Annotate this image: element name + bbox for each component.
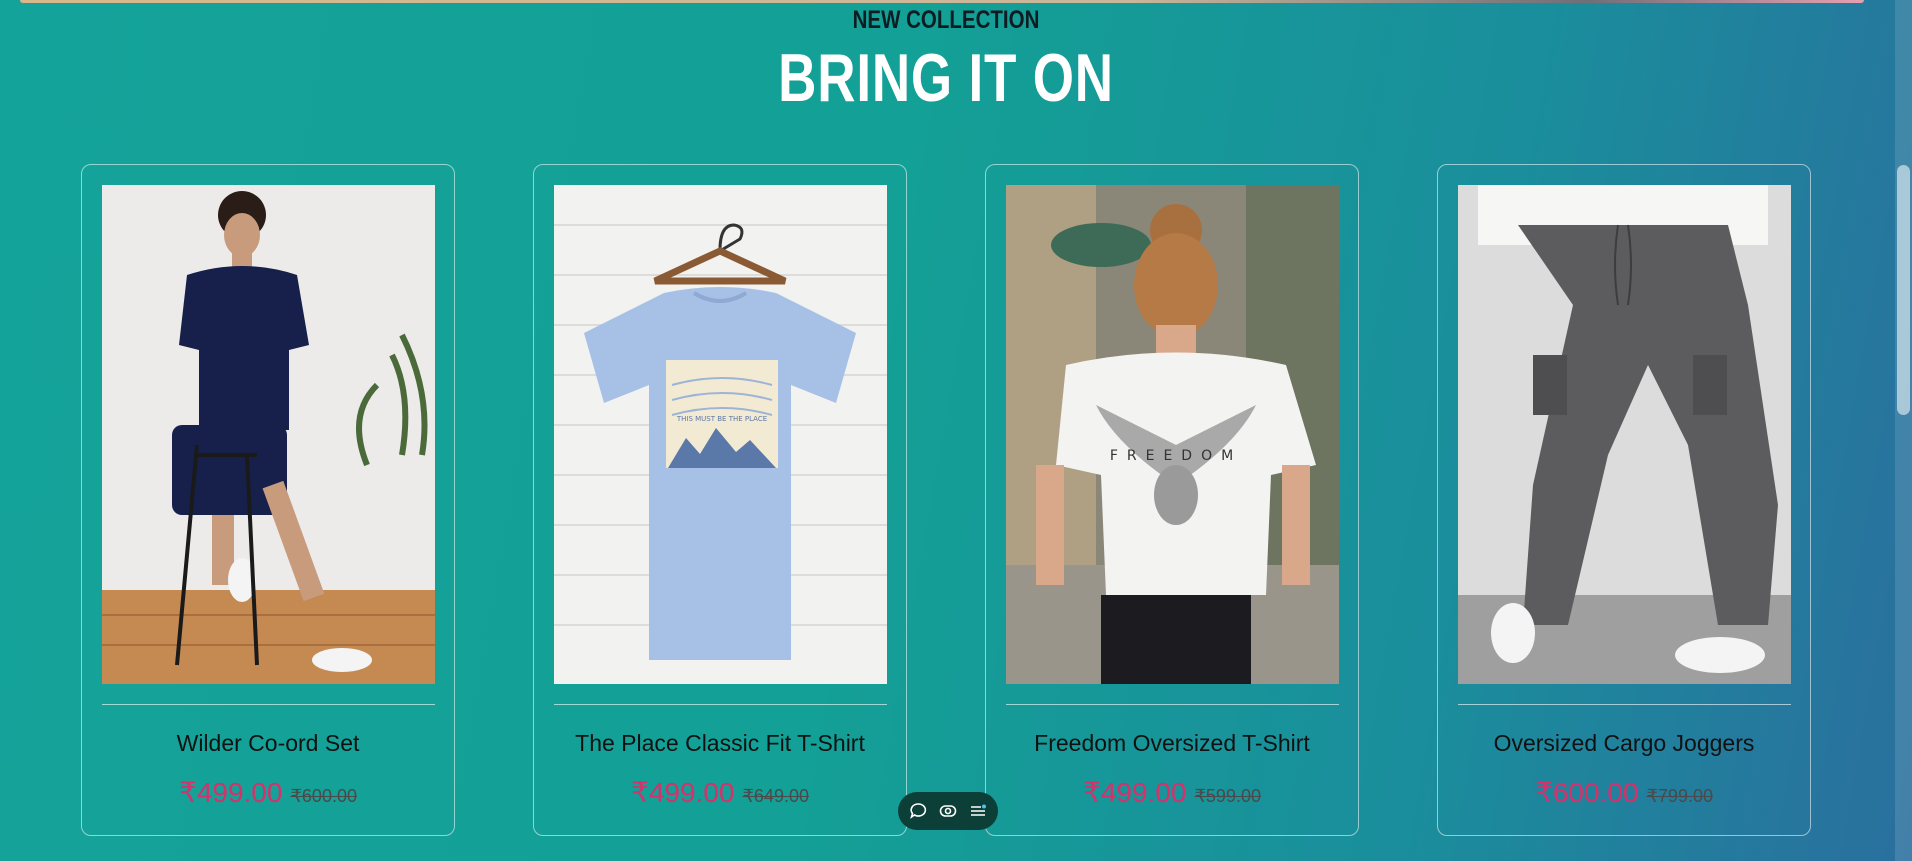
eye-icon[interactable]	[938, 801, 958, 821]
menu-list-icon[interactable]	[968, 801, 988, 821]
blue-tshirt-on-hanger-image: THIS MUST BE THE PLACE	[554, 185, 887, 684]
compare-price: ₹649.00	[742, 786, 809, 806]
product-prices: ₹499.00 ₹649.00	[534, 776, 906, 809]
product-name[interactable]: Wilder Co-ord Set	[82, 730, 454, 757]
woman-white-freedom-tee-image: FREEDOM	[1006, 185, 1339, 684]
product-prices: ₹499.00 ₹600.00	[82, 776, 454, 809]
product-card[interactable]: THIS MUST BE THE PLACE The Place Classic…	[533, 164, 907, 836]
product-image[interactable]: THIS MUST BE THE PLACE	[554, 185, 887, 684]
product-name[interactable]: Freedom Oversized T-Shirt	[986, 730, 1358, 757]
product-name[interactable]: Oversized Cargo Joggers	[1438, 730, 1810, 757]
product-card[interactable]: FREEDOM Freedom Oversized T-Shirt ₹499.0…	[985, 164, 1359, 836]
model-seated-navy-coord-image	[102, 185, 435, 684]
page-scrollbar[interactable]	[1895, 0, 1912, 861]
product-prices: ₹600.00 ₹799.00	[1438, 776, 1810, 809]
tshirt-print-text: FREEDOM	[1110, 448, 1242, 464]
compare-price: ₹600.00	[290, 786, 357, 806]
compare-price: ₹599.00	[1194, 786, 1261, 806]
card-divider	[554, 704, 887, 705]
scrollbar-thumb[interactable]	[1897, 165, 1910, 415]
card-divider	[1006, 704, 1339, 705]
sale-price: ₹499.00	[1083, 777, 1187, 808]
product-name[interactable]: The Place Classic Fit T-Shirt	[534, 730, 906, 757]
floating-toolbar	[898, 792, 998, 830]
card-divider	[1458, 704, 1791, 705]
top-banner-edge	[20, 0, 1864, 3]
sale-price: ₹499.00	[179, 777, 283, 808]
section-eyebrow: NEW COLLECTION	[852, 6, 1040, 34]
compare-price: ₹799.00	[1646, 786, 1713, 806]
tshirt-print-text: THIS MUST BE THE PLACE	[676, 415, 767, 423]
product-prices: ₹499.00 ₹599.00	[986, 776, 1358, 809]
product-card[interactable]: Wilder Co-ord Set ₹499.00 ₹600.00	[81, 164, 455, 836]
chat-icon[interactable]	[908, 801, 928, 821]
product-card[interactable]: Oversized Cargo Joggers ₹600.00 ₹799.00	[1437, 164, 1811, 836]
product-image[interactable]	[102, 185, 435, 684]
product-image[interactable]	[1458, 185, 1791, 684]
sale-price: ₹600.00	[1535, 777, 1639, 808]
product-image[interactable]: FREEDOM	[1006, 185, 1339, 684]
card-divider	[102, 704, 435, 705]
section-headline: BRING IT ON	[778, 40, 1114, 116]
sale-price: ₹499.00	[631, 777, 735, 808]
grey-cargo-joggers-image	[1458, 185, 1791, 684]
